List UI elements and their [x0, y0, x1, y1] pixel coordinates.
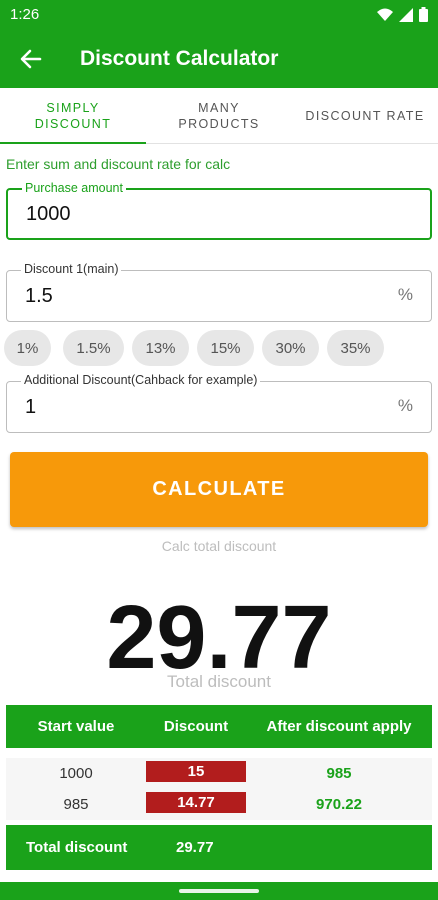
results-table-body: 1000 15 985 985 14.77 970.22 — [6, 758, 432, 820]
back-arrow-icon[interactable] — [18, 46, 44, 72]
purchase-amount-value: 1000 — [26, 203, 71, 225]
status-icons — [377, 7, 428, 22]
tab-simply-discount[interactable]: SIMPLY DISCOUNT — [0, 88, 146, 144]
cell-start-value: 985 — [63, 796, 89, 813]
additional-discount-field[interactable]: Additional Discount(Cahback for example)… — [6, 373, 432, 433]
footer-total-value: 29.77 — [176, 839, 214, 856]
chip-35-percent[interactable]: 35% — [327, 330, 384, 366]
calculate-caption: Calc total discount — [161, 538, 277, 554]
battery-icon — [419, 7, 428, 22]
status-bar: 1:26 — [0, 0, 438, 30]
tab-label: DISCOUNT RATE — [305, 109, 425, 123]
tab-label: MANY PRODUCTS — [178, 101, 260, 131]
total-discount-caption: Total discount — [167, 672, 271, 691]
table-row: 1000 15 985 — [6, 761, 432, 787]
percent-suffix: % — [397, 396, 413, 415]
cell-discount: 15 — [146, 761, 246, 782]
cell-start-value: 1000 — [59, 765, 93, 782]
header-start-value: Start value — [37, 718, 115, 735]
discount-main-field[interactable]: Discount 1(main) 1.5 % — [6, 262, 432, 322]
chip-13-percent[interactable]: 13% — [132, 330, 189, 366]
chip-1-percent[interactable]: 1% — [4, 330, 51, 366]
signal-icon — [399, 7, 413, 22]
system-nav-bar — [0, 882, 438, 900]
discount-main-label: Discount 1(main) — [21, 262, 122, 276]
percent-suffix: % — [397, 285, 413, 304]
home-gesture-handle[interactable] — [179, 889, 259, 893]
tab-indicator — [0, 142, 146, 144]
tab-many-products[interactable]: MANY PRODUCTS — [146, 88, 292, 144]
results-table-header: Start value Discount After discount appl… — [6, 705, 432, 748]
additional-discount-label: Additional Discount(Cahback for example) — [21, 373, 261, 387]
app-title: Discount Calculator — [80, 47, 279, 70]
discount-main-value: 1.5 — [25, 285, 53, 307]
additional-discount-value: 1 — [25, 396, 37, 418]
wifi-icon — [377, 8, 393, 21]
purchase-amount-field[interactable]: Purchase amount 1000 — [6, 181, 432, 240]
tab-label: SIMPLY DISCOUNT — [34, 101, 112, 131]
discount-preset-chips: 1% 1.5% 13% 15% 30% 35% — [4, 330, 434, 366]
header-discount: Discount — [163, 718, 229, 735]
tab-bar: SIMPLY DISCOUNT MANY PRODUCTS DISCOUNT R… — [0, 88, 438, 144]
table-row: 985 14.77 970.22 — [6, 792, 432, 818]
header-after-discount: After discount apply — [266, 718, 412, 735]
chip-30-percent[interactable]: 30% — [262, 330, 319, 366]
instruction-text: Enter sum and discount rate for calc — [6, 156, 231, 172]
calculate-button[interactable]: CALCULATE — [10, 452, 428, 527]
purchase-amount-label: Purchase amount — [22, 181, 126, 195]
footer-total-label: Total discount — [26, 839, 128, 856]
tab-discount-rate[interactable]: DISCOUNT RATE — [292, 88, 438, 144]
chip-1-5-percent[interactable]: 1.5% — [63, 330, 124, 366]
app-bar: Discount Calculator — [0, 30, 438, 88]
chip-15-percent[interactable]: 15% — [197, 330, 254, 366]
results-table-footer: Total discount 29.77 — [6, 825, 432, 870]
cell-discount: 14.77 — [146, 792, 246, 813]
cell-after-discount: 985 — [326, 765, 352, 782]
status-time: 1:26 — [10, 6, 40, 23]
cell-after-discount: 970.22 — [316, 796, 362, 813]
